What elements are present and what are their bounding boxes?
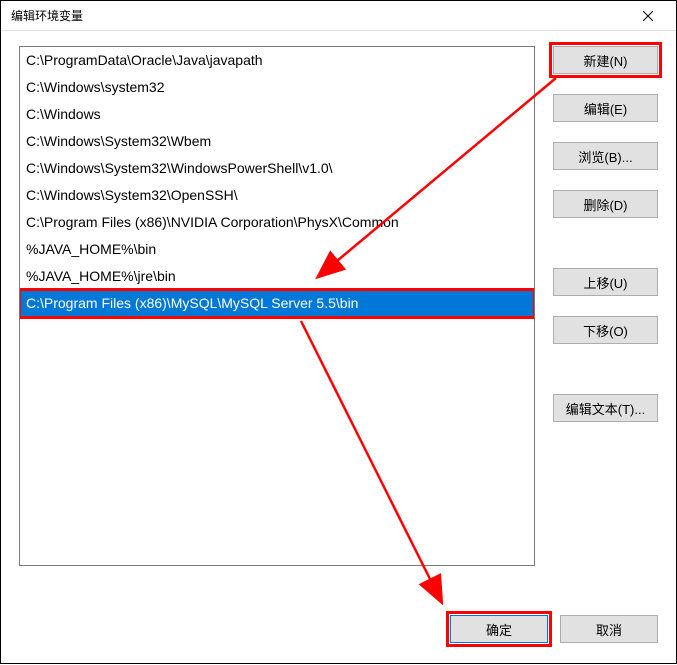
dialog-title: 编辑环境变量 — [11, 7, 628, 24]
list-item[interactable]: C:\Windows\system32 — [20, 74, 534, 101]
list-item[interactable]: C:\Windows\System32\Wbem — [20, 128, 534, 155]
list-item[interactable]: C:\ProgramData\Oracle\Java\javapath — [20, 47, 534, 74]
close-icon — [643, 11, 653, 21]
list-item[interactable]: C:\Program Files (x86)\NVIDIA Corporatio… — [20, 209, 534, 236]
browse-button[interactable]: 浏览(B)... — [553, 142, 658, 170]
titlebar: 编辑环境变量 — [1, 1, 676, 31]
list-item[interactable]: C:\Windows\System32\OpenSSH\ — [20, 182, 534, 209]
list-item[interactable]: C:\Windows\System32\WindowsPowerShell\v1… — [20, 155, 534, 182]
list-item[interactable]: %JAVA_HOME%\bin — [20, 236, 534, 263]
list-item[interactable]: C:\Program Files (x86)\MySQL\MySQL Serve… — [20, 290, 534, 317]
edit-text-button[interactable]: 编辑文本(T)... — [553, 394, 658, 422]
ok-button[interactable]: 确定 — [450, 615, 548, 643]
bottom-button-row: 确定 取消 — [450, 615, 658, 643]
move-down-button[interactable]: 下移(O) — [553, 316, 658, 344]
close-button[interactable] — [628, 1, 668, 31]
side-button-column: 新建(N) 编辑(E) 浏览(B)... 删除(D) 上移(U) 下移(O) 编… — [553, 46, 658, 647]
new-button[interactable]: 新建(N) — [553, 46, 658, 74]
cancel-button[interactable]: 取消 — [560, 615, 658, 643]
move-up-button[interactable]: 上移(U) — [553, 268, 658, 296]
dialog-content: C:\ProgramData\Oracle\Java\javapathC:\Wi… — [1, 31, 676, 665]
edit-button[interactable]: 编辑(E) — [553, 94, 658, 122]
list-item[interactable]: C:\Windows — [20, 101, 534, 128]
delete-button[interactable]: 删除(D) — [553, 190, 658, 218]
list-item[interactable]: %JAVA_HOME%\jre\bin — [20, 263, 534, 290]
path-listbox[interactable]: C:\ProgramData\Oracle\Java\javapathC:\Wi… — [19, 46, 535, 566]
